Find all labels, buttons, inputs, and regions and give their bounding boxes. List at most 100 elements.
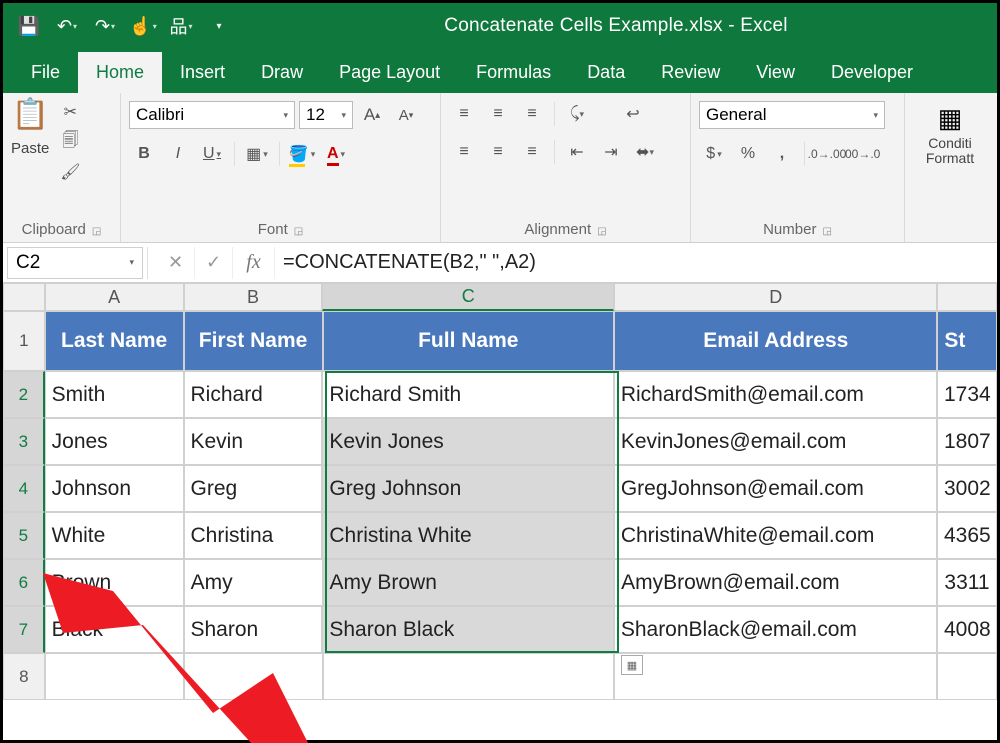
merge-center-icon[interactable]: ⬌▾: [630, 139, 660, 165]
borders-icon[interactable]: ▦▾: [242, 141, 272, 167]
tab-file[interactable]: File: [13, 52, 78, 93]
cell[interactable]: Greg: [184, 465, 323, 512]
cell[interactable]: [937, 653, 997, 700]
row-header-7[interactable]: 7: [3, 606, 45, 653]
row-header-1[interactable]: 1: [3, 311, 45, 371]
enter-formula-icon[interactable]: ✓: [195, 247, 233, 279]
tab-review[interactable]: Review: [643, 52, 738, 93]
cancel-formula-icon[interactable]: ✕: [157, 247, 195, 279]
tab-home[interactable]: Home: [78, 52, 162, 93]
italic-button[interactable]: I: [163, 141, 193, 167]
paste-button[interactable]: Paste: [11, 140, 49, 157]
format-painter-icon[interactable]: 🖌: [55, 159, 85, 185]
cell[interactable]: White: [45, 512, 184, 559]
cell[interactable]: Jones: [45, 418, 184, 465]
align-left-icon[interactable]: ≡: [449, 139, 479, 165]
decrease-decimal-icon[interactable]: .00→.0: [846, 141, 876, 167]
increase-font-icon[interactable]: A▴: [357, 102, 387, 128]
wrap-text-icon[interactable]: ↩: [618, 101, 648, 127]
col-header-D[interactable]: D: [614, 283, 937, 311]
cell[interactable]: 4365: [937, 512, 997, 559]
cell[interactable]: [323, 653, 615, 700]
number-launcher-icon[interactable]: ◲: [822, 226, 831, 237]
row-header-8[interactable]: 8: [3, 653, 45, 700]
cell[interactable]: 4008: [937, 606, 997, 653]
cell[interactable]: [614, 653, 937, 700]
cell[interactable]: Richard Smith: [322, 371, 613, 418]
col-header-C[interactable]: C: [322, 283, 614, 311]
save-icon[interactable]: 💾: [13, 10, 45, 42]
select-all-corner[interactable]: [3, 283, 45, 311]
relationships-icon[interactable]: 品▾: [165, 10, 197, 42]
tab-formulas[interactable]: Formulas: [458, 52, 569, 93]
fx-icon[interactable]: fx: [233, 247, 275, 279]
font-launcher-icon[interactable]: ◲: [294, 226, 303, 237]
qat-customize-icon[interactable]: ▾: [203, 10, 235, 42]
bold-button[interactable]: B: [129, 141, 159, 167]
row-header-6[interactable]: 6: [3, 559, 45, 606]
tab-draw[interactable]: Draw: [243, 52, 321, 93]
cell[interactable]: 1807: [937, 418, 997, 465]
tab-view[interactable]: View: [738, 52, 813, 93]
cell[interactable]: Email Address: [614, 311, 937, 371]
decrease-font-icon[interactable]: A▾: [391, 102, 421, 128]
increase-indent-icon[interactable]: ⇥: [596, 139, 626, 165]
cell[interactable]: KevinJones@email.com: [614, 418, 937, 465]
cell[interactable]: 3311: [937, 559, 997, 606]
cell[interactable]: Full Name: [323, 311, 615, 371]
align-middle-icon[interactable]: ≡: [483, 101, 513, 127]
col-header-E[interactable]: [937, 283, 997, 311]
decrease-indent-icon[interactable]: ⇤: [562, 139, 592, 165]
tab-data[interactable]: Data: [569, 52, 643, 93]
increase-decimal-icon[interactable]: .0→.00: [812, 141, 842, 167]
cell[interactable]: GregJohnson@email.com: [614, 465, 937, 512]
cell[interactable]: St: [937, 311, 997, 371]
touch-mode-icon[interactable]: ☝▾: [127, 10, 159, 42]
underline-button[interactable]: U▾: [197, 141, 227, 167]
font-color-icon[interactable]: A▾: [321, 141, 351, 167]
cell[interactable]: Last Name: [45, 311, 184, 371]
align-center-icon[interactable]: ≡: [483, 139, 513, 165]
tab-developer[interactable]: Developer: [813, 52, 931, 93]
copy-icon[interactable]: 🗐: [55, 129, 85, 155]
conditional-formatting-icon[interactable]: ▦: [938, 103, 963, 134]
cell[interactable]: Sharon Black: [322, 606, 613, 653]
cell[interactable]: ChristinaWhite@email.com: [614, 512, 937, 559]
number-format-select[interactable]: General▾: [699, 101, 885, 129]
row-header-5[interactable]: 5: [3, 512, 45, 559]
cell[interactable]: Richard: [184, 371, 323, 418]
cell[interactable]: RichardSmith@email.com: [614, 371, 937, 418]
cell[interactable]: 1734: [937, 371, 997, 418]
align-bottom-icon[interactable]: ≡: [517, 101, 547, 127]
col-header-B[interactable]: B: [184, 283, 323, 311]
row-header-4[interactable]: 4: [3, 465, 45, 512]
cut-icon[interactable]: ✂: [55, 99, 85, 125]
orientation-icon[interactable]: ⤹▾: [562, 101, 592, 127]
cell[interactable]: Christina White: [322, 512, 613, 559]
cell[interactable]: Johnson: [45, 465, 184, 512]
cell[interactable]: Brown: [45, 559, 184, 606]
cell[interactable]: First Name: [184, 311, 323, 371]
cell[interactable]: Black: [45, 606, 184, 653]
paste-icon[interactable]: 📋: [12, 97, 49, 132]
row-header-2[interactable]: 2: [3, 371, 45, 418]
cell[interactable]: Christina: [184, 512, 323, 559]
row-header-3[interactable]: 3: [3, 418, 45, 465]
cell[interactable]: [184, 653, 323, 700]
cell[interactable]: AmyBrown@email.com: [614, 559, 937, 606]
tab-insert[interactable]: Insert: [162, 52, 243, 93]
cell[interactable]: Kevin: [184, 418, 323, 465]
cell[interactable]: Amy Brown: [323, 559, 615, 606]
tab-page-layout[interactable]: Page Layout: [321, 52, 458, 93]
font-size-select[interactable]: 12▾: [299, 101, 353, 129]
percent-format-icon[interactable]: %: [733, 141, 763, 167]
cell[interactable]: Sharon: [184, 606, 323, 653]
accounting-format-icon[interactable]: $▾: [699, 141, 729, 167]
cell[interactable]: 3002: [937, 465, 997, 512]
formula-input[interactable]: =CONCATENATE(B2," ",A2): [275, 251, 997, 274]
undo-icon[interactable]: ↶▾: [51, 10, 83, 42]
cell[interactable]: Greg Johnson: [322, 465, 613, 512]
clipboard-launcher-icon[interactable]: ◲: [92, 226, 101, 237]
autofill-options-icon[interactable]: ▦: [621, 655, 643, 675]
align-top-icon[interactable]: ≡: [449, 101, 479, 127]
